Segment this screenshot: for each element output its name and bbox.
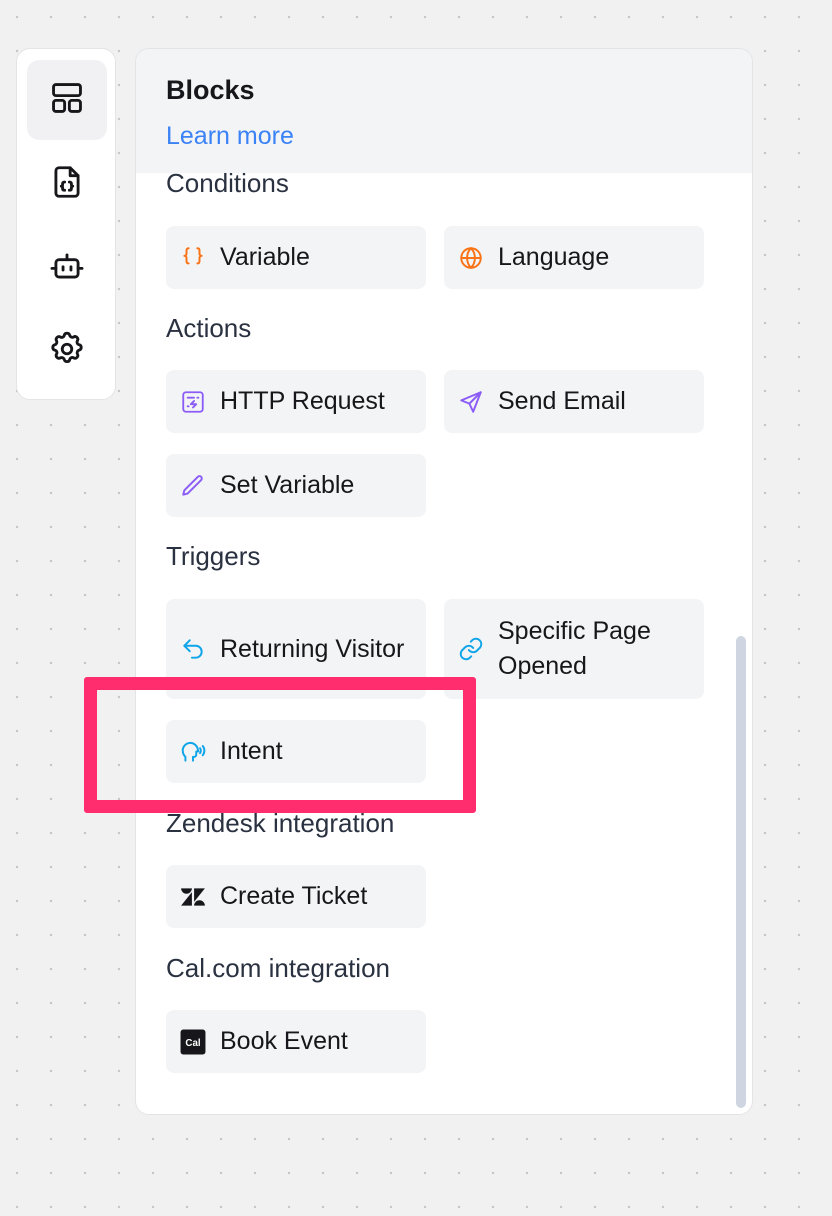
block-label: Create Ticket — [220, 882, 368, 910]
braces-icon — [178, 243, 208, 273]
block-returning-visitor[interactable]: Returning Visitor — [166, 599, 426, 699]
block-label: Variable — [220, 243, 310, 271]
zendesk-logo-icon — [178, 882, 208, 912]
settings-tab-button[interactable] — [27, 311, 107, 391]
panel-header: Blocks Learn more — [136, 49, 752, 173]
http-request-icon — [178, 387, 208, 417]
blocks-panel: Blocks Learn more Conditions Variable La… — [135, 48, 753, 1115]
section-label-zendesk: Zendesk integration — [166, 808, 395, 838]
block-label: HTTP Request — [220, 387, 385, 415]
learn-more-link[interactable]: Learn more — [166, 122, 294, 151]
bot-tab-button[interactable] — [27, 228, 107, 308]
section-label-actions: Actions — [166, 313, 252, 343]
globe-icon — [456, 243, 486, 273]
block-specific-page-opened[interactable]: Specific Page Opened — [444, 599, 704, 699]
blocks-list[interactable]: Conditions Variable Language Actions HTT… — [136, 173, 752, 1114]
section-label-triggers: Triggers — [166, 541, 261, 571]
block-create-ticket[interactable]: Create Ticket — [166, 865, 426, 928]
cal-logo-icon: Cal — [178, 1027, 208, 1057]
block-label: Language — [498, 243, 610, 271]
layout-icon — [48, 79, 86, 122]
svg-text:Cal: Cal — [185, 1037, 200, 1048]
block-variable[interactable]: Variable — [166, 226, 426, 289]
variables-tab-button[interactable] — [27, 144, 107, 224]
block-label: Send Email — [498, 387, 626, 415]
block-http-request[interactable]: HTTP Request — [166, 370, 426, 433]
block-label: Intent — [220, 737, 283, 765]
section-label-calcom: Cal.com integration — [166, 953, 390, 983]
panel-title: Blocks — [166, 75, 255, 105]
send-icon — [456, 387, 486, 417]
gear-icon — [48, 330, 86, 373]
undo-arrow-icon — [178, 634, 208, 664]
block-language[interactable]: Language — [444, 226, 704, 289]
speaking-head-icon — [178, 737, 208, 767]
block-label: Book Event — [220, 1027, 348, 1055]
scrollbar-thumb[interactable] — [736, 636, 746, 1108]
sidebar-rail — [16, 48, 116, 400]
block-label: Returning Visitor — [220, 634, 405, 663]
section-label-conditions: Conditions — [166, 173, 289, 198]
block-label: Specific Page Opened — [498, 617, 651, 680]
code-file-icon — [48, 163, 86, 206]
pencil-icon — [178, 471, 208, 501]
block-send-email[interactable]: Send Email — [444, 370, 704, 433]
block-intent[interactable]: Intent — [166, 720, 426, 783]
bot-icon — [48, 247, 86, 290]
blocks-tab-button[interactable] — [27, 60, 107, 140]
block-label: Set Variable — [220, 471, 355, 499]
block-set-variable[interactable]: Set Variable — [166, 454, 426, 517]
block-book-event[interactable]: Cal Book Event — [166, 1010, 426, 1073]
link-icon — [456, 634, 486, 664]
